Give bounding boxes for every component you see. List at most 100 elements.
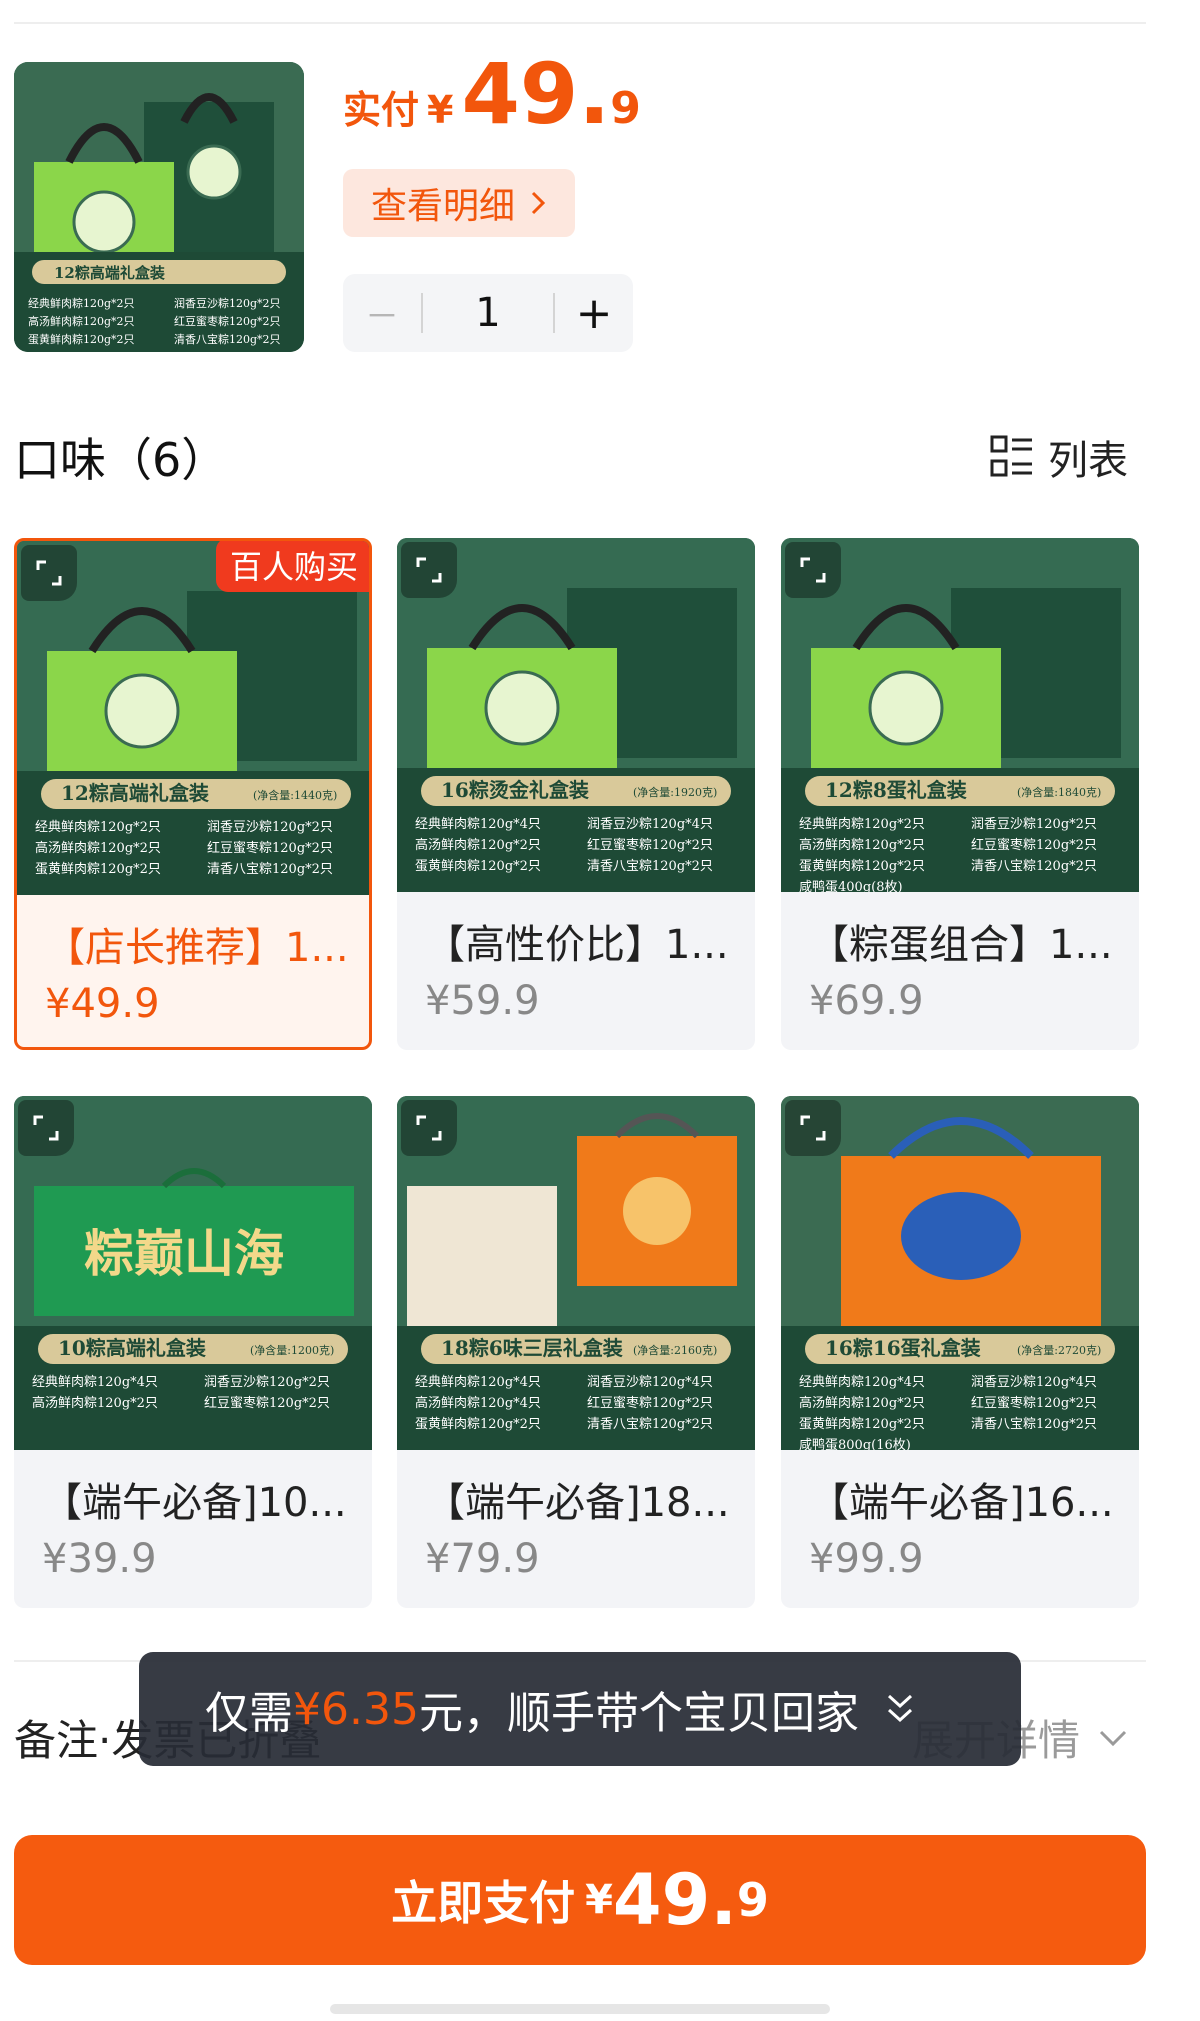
box-content-line: 高汤鲜肉粽120g*2只 [32,1395,158,1411]
box-content-line: 经典鲜肉粽120g*4只 [415,817,541,832]
box-content-line: 高汤鲜肉粽120g*4只 [415,1395,541,1411]
box-content-line: 红豆蜜枣粽120g*2只 [971,1395,1097,1411]
checkout-page: 12粽高端礼盒装 经典鲜肉粽120g*2只 润香豆沙粽120g*2只 高汤鲜肉粽… [0,0,1200,2021]
product-name: 【粽蛋组合】1... [809,922,1113,968]
product-name: 【端午必备]10... [42,1480,347,1526]
box-content-line: 蛋黄鲜肉粽120g*2只 [799,1417,925,1432]
expand-image-button[interactable] [401,542,457,598]
product-name: 【高性价比】1... [425,922,729,968]
pay-now-label: 立即支付 [391,1876,576,1930]
home-indicator[interactable] [330,2004,830,2014]
toast-prefix: 仅需 [205,1688,293,1739]
price-decimal: 9 [736,1873,769,1927]
view-details-button[interactable]: 查看明细 [343,169,575,237]
box-net-weight: (净含量:1920克) [633,785,717,799]
quantity-stepper: － 1 + [343,274,633,352]
box-content-line: 清香八宝粽120g*2只 [971,859,1097,874]
product-name: 【店长推荐】1... [45,925,349,971]
increase-button[interactable]: + [555,288,633,339]
pay-now-button[interactable]: 立即支付 ¥ 49. 9 [14,1835,1146,1965]
price-decimal: 9 [610,83,641,134]
box-content-line: 经典鲜肉粽120g*2只 [799,817,925,832]
box-content-line: 润香豆沙粽120g*2只 [207,820,333,835]
product-price: ¥99.9 [809,1536,924,1582]
box-content-line: 红豆蜜枣粽120g*2只 [587,1395,713,1411]
box-content-line: 经典鲜肉粽120g*4只 [32,1375,158,1390]
product-price: ¥69.9 [809,978,924,1024]
box-title: 18粽6味三层礼盒装 [441,1336,623,1360]
chevron-right-icon [531,191,546,215]
box-title: 16粽烫金礼盒装 [441,778,589,802]
box-content-line: 咸鸭蛋400g(8枚) [799,880,903,892]
svg-text:清香八宝粽120g*2只: 清香八宝粽120g*2只 [174,332,281,346]
box-content-line: 红豆蜜枣粽120g*2只 [207,840,333,856]
flavor-section-title: 口味（6） [14,433,228,487]
box-content-line: 清香八宝粽120g*2只 [587,859,713,874]
product-card[interactable]: 12粽8蛋礼盒装 (净含量:1840克) 经典鲜肉粽120g*2只 润香豆沙粽120g… [781,538,1139,1050]
box-net-weight: (净含量:1440克) [253,788,337,802]
box-net-weight: (净含量:1840克) [1017,785,1101,799]
product-price: ¥59.9 [425,978,540,1024]
expand-image-button[interactable] [785,542,841,598]
product-card[interactable]: 16粽烫金礼盒装 (净含量:1920克) 经典鲜肉粽120g*4只 润香豆沙粽120g… [397,538,755,1050]
decrease-button[interactable]: － [343,289,421,338]
box-net-weight: (净含量:1200克) [250,1343,334,1357]
svg-text:经典鲜肉粽120g*2只: 经典鲜肉粽120g*2只 [28,296,135,310]
svg-text:红豆蜜枣粽120g*2只: 红豆蜜枣粽120g*2只 [174,314,281,328]
box-content-line: 润香豆沙粽120g*4只 [587,817,713,832]
box-content-line: 红豆蜜枣粽120g*2只 [971,837,1097,853]
product-card[interactable]: 10粽高端礼盒装 (净含量:1200克) 经典鲜肉粽120g*4只 润香豆沙粽120g… [14,1096,372,1608]
product-card[interactable]: 18粽6味三层礼盒装 (净含量:2160克) 经典鲜肉粽120g*4只 润香豆沙粽12… [397,1096,755,1608]
box-content-line: 高汤鲜肉粽120g*2只 [799,837,925,853]
product-price: ¥39.9 [42,1536,157,1582]
box-content-line: 蛋黄鲜肉粽120g*2只 [35,862,161,877]
box-title: 16粽16蛋礼盒装 [825,1336,981,1360]
double-chevron-down-icon [887,1694,912,1723]
box-title: 12粽高端礼盒装 [54,264,166,282]
box-content-line: 清香八宝粽120g*2只 [971,1417,1097,1432]
expand-icon [36,560,62,586]
box-content-line: 高汤鲜肉粽120g*2只 [799,1395,925,1411]
svg-text:蛋黄鲜肉粽120g*2只: 蛋黄鲜肉粽120g*2只 [28,332,135,346]
box-banner-text: 粽巅山海 [84,1224,284,1283]
price-integer: 49. [461,45,611,143]
box-content-line: 咸鸭蛋800g(16枚) [799,1438,911,1450]
box-net-weight: (净含量:2160克) [633,1343,717,1357]
box-content-line: 清香八宝粽120g*2只 [587,1417,713,1432]
expand-image-button[interactable] [21,545,77,601]
svg-text:润香豆沙粽120g*2只: 润香豆沙粽120g*2只 [174,296,281,310]
chevron-down-icon [1099,1730,1127,1746]
expand-image-button[interactable] [18,1100,74,1156]
box-content-line: 红豆蜜枣粽120g*2只 [587,837,713,853]
expand-icon [800,1115,826,1141]
svg-text:高汤鲜肉粽120g*2只: 高汤鲜肉粽120g*2只 [28,314,135,328]
expand-icon [416,1115,442,1141]
list-view-toggle[interactable]: 列表 [990,428,1128,486]
box-content-line: 经典鲜肉粽120g*4只 [415,1375,541,1390]
upsell-toast[interactable]: 仅需 ¥6.35 元，顺手带个宝贝回家 [139,1652,1021,1766]
box-content-line: 经典鲜肉粽120g*4只 [799,1375,925,1390]
list-view-icon [990,435,1032,477]
toast-amount: ¥6.35 [293,1683,419,1735]
box-content-line: 高汤鲜肉粽120g*2只 [415,837,541,853]
expand-image-button[interactable] [401,1100,457,1156]
expand-icon [416,557,442,583]
divider [14,22,1146,24]
actual-payment: 实付 ¥ 49. 9 [343,52,641,136]
box-title: 10粽高端礼盒装 [58,1336,206,1360]
box-net-weight: (净含量:2720克) [1017,1343,1101,1357]
expand-image-button[interactable] [785,1100,841,1156]
expand-icon [33,1115,59,1141]
expand-icon [800,557,826,583]
product-card[interactable]: 12粽高端礼盒装 (净含量:1440克) 经典鲜肉粽120g*2只 润香豆沙粽120g… [14,538,372,1050]
currency-symbol: ¥ [427,88,454,132]
box-content-line: 红豆蜜枣粽120g*2只 [204,1395,330,1411]
product-price: ¥79.9 [425,1536,540,1582]
box-content-line: 润香豆沙粽120g*4只 [587,1375,713,1390]
quantity-value[interactable]: 1 [423,290,553,336]
product-image: 12粽高端礼盒装 经典鲜肉粽120g*2只 润香豆沙粽120g*2只 高汤鲜肉粽… [14,62,304,352]
box-content-line: 经典鲜肉粽120g*2只 [35,820,161,835]
selected-product-thumbnail[interactable]: 12粽高端礼盒装 经典鲜肉粽120g*2只 润香豆沙粽120g*2只 高汤鲜肉粽… [14,62,304,352]
product-card[interactable]: 16粽16蛋礼盒装 (净含量:2720克) 经典鲜肉粽120g*4只 润香豆沙粽120… [781,1096,1139,1608]
box-content-line: 高汤鲜肉粽120g*2只 [35,840,161,856]
